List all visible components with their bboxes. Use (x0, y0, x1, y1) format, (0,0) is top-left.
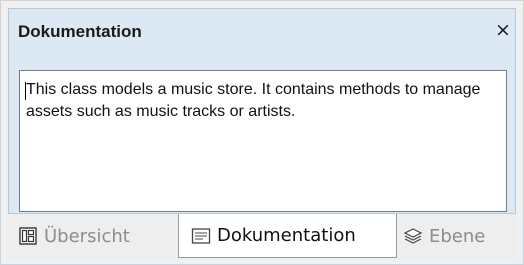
panel-tab-bar: Übersicht Dokumentation Ebene (8, 214, 518, 260)
documentation-textarea[interactable]: This class models a music store. It cont… (19, 70, 507, 212)
layers-icon (403, 228, 423, 244)
documentation-window: Dokumentation × This class models a musi… (0, 0, 524, 265)
tab-overview-label: Übersicht (44, 225, 130, 247)
close-icon: × (495, 19, 511, 41)
close-button[interactable]: × (493, 20, 513, 40)
documentation-text: This class models a music store. It cont… (26, 81, 481, 120)
tab-layer[interactable]: Ebene (403, 214, 518, 258)
overview-icon (19, 227, 37, 245)
tab-documentation-label: Dokumentation (217, 225, 356, 246)
documentation-icon (191, 227, 211, 244)
tab-overview[interactable]: Übersicht (18, 214, 178, 258)
documentation-panel: Dokumentation × This class models a musi… (8, 8, 516, 214)
panel-title-bar: Dokumentation × (9, 9, 515, 53)
tab-layer-label: Ebene (429, 225, 486, 247)
tab-documentation[interactable]: Dokumentation (178, 214, 397, 258)
panel-title: Dokumentation (18, 22, 142, 41)
